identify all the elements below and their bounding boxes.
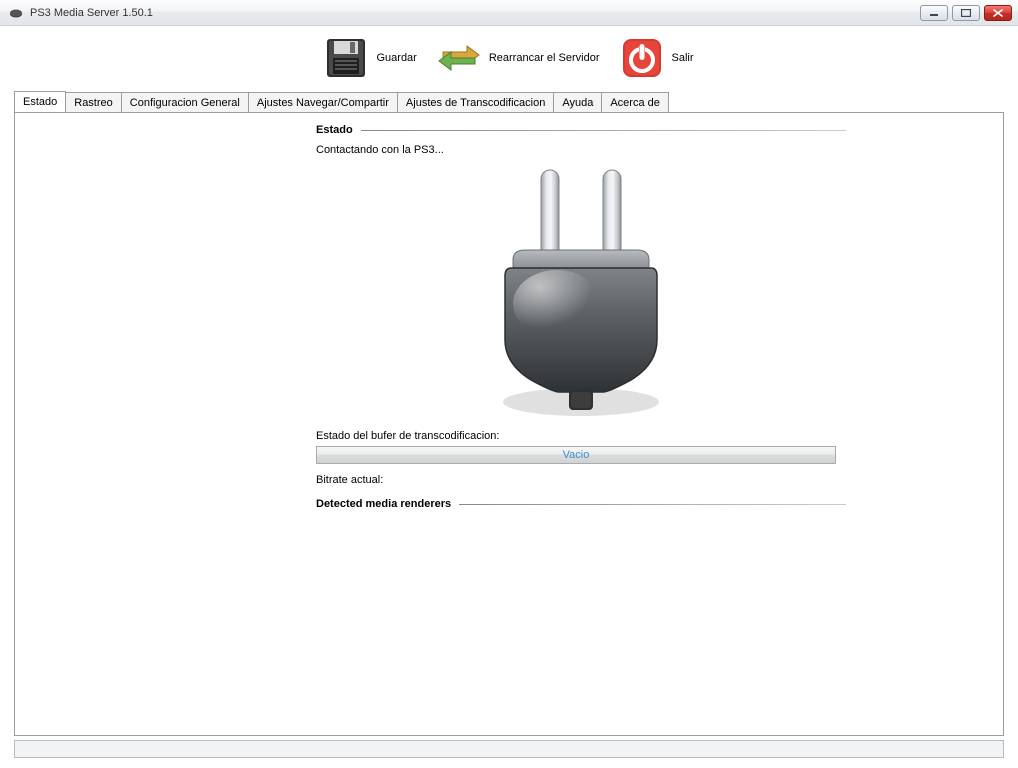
tab-ayuda[interactable]: Ayuda (553, 92, 602, 112)
tab-ajustes-navegar-compartir[interactable]: Ajustes Navegar/Compartir (248, 92, 398, 112)
connection-plug-image (316, 164, 846, 424)
tab-label: Ayuda (562, 97, 593, 109)
status-contacting-text: Contactando con la PS3... (316, 144, 846, 156)
tab-label: Configuracion General (130, 97, 240, 109)
minimize-button[interactable] (920, 5, 948, 21)
tab-panel-estado: Estado Contactando con la PS3... (16, 114, 1002, 734)
bitrate-label: Bitrate actual: (316, 474, 846, 486)
restart-server-button[interactable]: Rearrancar el Servidor (437, 36, 600, 80)
tab-rastreo[interactable]: Rastreo (65, 92, 122, 112)
tab-ajustes-transcodificacion[interactable]: Ajustes de Transcodificacion (397, 92, 554, 112)
main-toolbar: Guardar Rearrancar el Servidor (6, 28, 1012, 88)
tab-configuracion-general[interactable]: Configuracion General (121, 92, 249, 112)
buffer-status-label: Estado del bufer de transcodificacion: (316, 430, 846, 442)
tab-estado[interactable]: Estado (14, 91, 66, 112)
floppy-disk-icon (324, 36, 368, 80)
buffer-progress-bar: Vacio (316, 446, 836, 464)
buffer-progress-value: Vacio (563, 449, 590, 461)
save-label: Guardar (376, 52, 416, 64)
tab-label: Acerca de (610, 97, 660, 109)
section-title: Detected media renderers (316, 498, 451, 510)
tab-label: Ajustes de Transcodificacion (406, 97, 545, 109)
section-divider (459, 504, 846, 505)
power-icon (620, 36, 664, 80)
app-icon (8, 5, 24, 21)
section-divider (361, 130, 846, 131)
window-title: PS3 Media Server 1.50.1 (30, 7, 153, 19)
restart-label: Rearrancar el Servidor (489, 52, 600, 64)
section-header-estado: Estado (316, 124, 846, 136)
section-header-renderers: Detected media renderers (316, 498, 846, 510)
status-bar (14, 740, 1004, 758)
close-button[interactable] (984, 5, 1012, 21)
maximize-button[interactable] (952, 5, 980, 21)
quit-label: Salir (672, 52, 694, 64)
save-button[interactable]: Guardar (324, 36, 416, 80)
quit-button[interactable]: Salir (620, 36, 694, 80)
tab-label: Ajustes Navegar/Compartir (257, 97, 389, 109)
refresh-arrows-icon (437, 36, 481, 80)
section-title: Estado (316, 124, 353, 136)
tab-strip: Estado Rastreo Configuracion General Aju… (14, 92, 1004, 112)
window-titlebar: PS3 Media Server 1.50.1 (0, 0, 1018, 26)
tab-label: Rastreo (74, 97, 113, 109)
tab-acerca-de[interactable]: Acerca de (601, 92, 669, 112)
tab-label: Estado (23, 96, 57, 108)
